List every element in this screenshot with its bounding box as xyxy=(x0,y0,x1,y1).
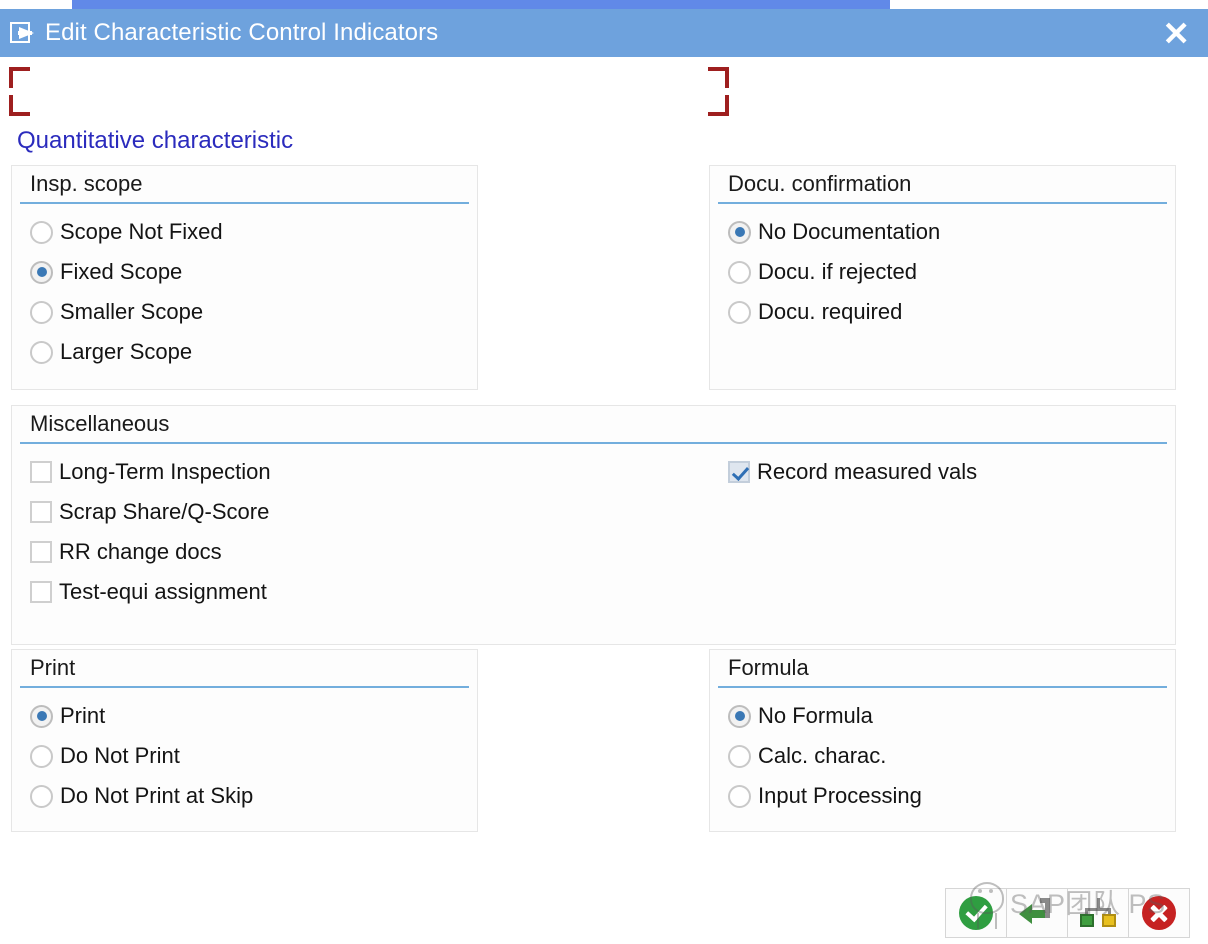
group-formula: Formula No Formula Calc. charac. Input P… xyxy=(709,649,1176,832)
dialog-toolbar xyxy=(945,888,1190,938)
radio-option-input-processing[interactable]: Input Processing xyxy=(728,776,1167,816)
group-title-print: Print xyxy=(30,655,76,680)
continue-button[interactable] xyxy=(945,888,1007,938)
radio-icon[interactable] xyxy=(30,744,53,768)
checkbox-label: Long-Term Inspection xyxy=(59,459,271,484)
radio-icon[interactable] xyxy=(30,220,53,244)
radio-label: Calc. charac. xyxy=(758,743,887,768)
radio-label: No Formula xyxy=(758,703,873,728)
radio-label: Do Not Print at Skip xyxy=(60,783,254,808)
radio-label: Fixed Scope xyxy=(60,259,183,284)
checkbox-option-scrap-share-q-score[interactable]: Scrap Share/Q-Score xyxy=(30,492,630,532)
radio-option-do-not-print[interactable]: Do Not Print xyxy=(30,736,469,776)
dialog-title: Edit Characteristic Control Indicators xyxy=(45,19,439,46)
radio-icon[interactable] xyxy=(728,744,751,768)
group-rule xyxy=(20,442,1167,444)
green-yellow-nodes-icon xyxy=(1079,898,1117,928)
green-check-icon xyxy=(959,896,993,930)
dialog-body: Quantitative characteristic Insp. scope … xyxy=(0,57,1208,944)
radio-option-larger-scope[interactable]: Larger Scope xyxy=(30,332,469,372)
radio-option-calc-charac[interactable]: Calc. charac. xyxy=(728,736,1167,776)
checkbox-label: Scrap Share/Q-Score xyxy=(59,499,270,524)
group-body-print: Print Do Not Print Do Not Print at Skip xyxy=(30,696,469,816)
radio-icon[interactable] xyxy=(728,300,751,324)
checkbox-option-record-measured-vals[interactable]: Record measured vals xyxy=(728,452,1148,492)
checkbox-icon[interactable] xyxy=(30,501,52,523)
radio-label: Docu. if rejected xyxy=(758,259,917,284)
detail-button[interactable] xyxy=(1067,888,1129,938)
checkbox-icon[interactable] xyxy=(30,541,52,563)
radio-icon[interactable] xyxy=(30,340,53,364)
green-back-arrow-icon xyxy=(1019,898,1055,928)
group-rule xyxy=(718,686,1167,688)
checkbox-option-test-equi-assignment[interactable]: Test-equi assignment xyxy=(30,572,630,612)
checkbox-option-rr-change-docs[interactable]: RR change docs xyxy=(30,532,630,572)
radio-option-docu-required[interactable]: Docu. required xyxy=(728,292,1167,332)
selection-bracket-bottom-left xyxy=(9,95,30,116)
checkbox-icon[interactable] xyxy=(30,461,52,483)
group-miscellaneous: Miscellaneous Long-Term Inspection Scrap… xyxy=(11,405,1176,645)
dialog-title-bar: Edit Characteristic Control Indicators ✕ xyxy=(0,9,1208,57)
selection-bracket-bottom-right xyxy=(708,95,729,116)
radio-icon-selected[interactable] xyxy=(728,220,751,244)
group-docu-confirmation: Docu. confirmation No Documentation Docu… xyxy=(709,165,1176,390)
checkbox-icon-checked[interactable] xyxy=(728,461,750,483)
group-title-docu-confirmation: Docu. confirmation xyxy=(728,171,912,196)
close-icon[interactable]: ✕ xyxy=(1158,17,1194,50)
radio-icon[interactable] xyxy=(728,260,751,284)
group-body-formula: No Formula Calc. charac. Input Processin… xyxy=(728,696,1167,816)
group-body-miscellaneous-left: Long-Term Inspection Scrap Share/Q-Score… xyxy=(30,452,630,612)
checkbox-label: RR change docs xyxy=(59,539,222,564)
radio-option-no-documentation[interactable]: No Documentation xyxy=(728,212,1167,252)
radio-label: Do Not Print xyxy=(60,743,180,768)
group-title-formula: Formula xyxy=(728,655,809,680)
checkbox-option-long-term-inspection[interactable]: Long-Term Inspection xyxy=(30,452,630,492)
radio-option-fixed-scope[interactable]: Fixed Scope xyxy=(30,252,469,292)
radio-icon[interactable] xyxy=(30,300,53,324)
background-band xyxy=(72,0,890,9)
radio-icon[interactable] xyxy=(728,784,751,808)
group-body-miscellaneous-right: Record measured vals xyxy=(728,452,1148,492)
checkbox-icon[interactable] xyxy=(30,581,52,603)
radio-label: No Documentation xyxy=(758,219,941,244)
back-button[interactable] xyxy=(1006,888,1068,938)
radio-option-smaller-scope[interactable]: Smaller Scope xyxy=(30,292,469,332)
edit-document-icon xyxy=(10,22,36,44)
checkbox-label: Record measured vals xyxy=(757,459,978,484)
checkbox-label: Test-equi assignment xyxy=(59,579,267,604)
radio-icon[interactable] xyxy=(30,784,53,808)
radio-option-no-formula[interactable]: No Formula xyxy=(728,696,1167,736)
group-body-docu-confirmation: No Documentation Docu. if rejected Docu.… xyxy=(728,212,1167,332)
radio-label: Docu. required xyxy=(758,299,903,324)
radio-option-docu-if-rejected[interactable]: Docu. if rejected xyxy=(728,252,1167,292)
selection-bracket-top-right xyxy=(708,67,729,88)
group-rule xyxy=(718,202,1167,204)
radio-option-do-not-print-at-skip[interactable]: Do Not Print at Skip xyxy=(30,776,469,816)
radio-label: Larger Scope xyxy=(60,339,193,364)
group-body-insp-scope: Scope Not Fixed Fixed Scope Smaller Scop… xyxy=(30,212,469,372)
group-rule xyxy=(20,202,469,204)
page-title: Quantitative characteristic xyxy=(17,127,294,154)
radio-label: Print xyxy=(60,703,106,728)
group-insp-scope: Insp. scope Scope Not Fixed Fixed Scope … xyxy=(11,165,478,390)
radio-label: Scope Not Fixed xyxy=(60,219,223,244)
radio-label: Input Processing xyxy=(758,783,922,808)
selection-bracket-top-left xyxy=(9,67,30,88)
group-print: Print Print Do Not Print Do Not Print at… xyxy=(11,649,478,832)
red-x-icon xyxy=(1142,896,1176,930)
radio-icon-selected[interactable] xyxy=(30,704,53,728)
group-rule xyxy=(20,686,469,688)
radio-option-scope-not-fixed[interactable]: Scope Not Fixed xyxy=(30,212,469,252)
radio-option-print[interactable]: Print xyxy=(30,696,469,736)
group-title-miscellaneous: Miscellaneous xyxy=(30,411,170,436)
cancel-button[interactable] xyxy=(1128,888,1190,938)
radio-label: Smaller Scope xyxy=(60,299,204,324)
radio-icon-selected[interactable] xyxy=(728,704,751,728)
group-title-insp-scope: Insp. scope xyxy=(30,171,143,196)
radio-icon-selected[interactable] xyxy=(30,260,53,284)
